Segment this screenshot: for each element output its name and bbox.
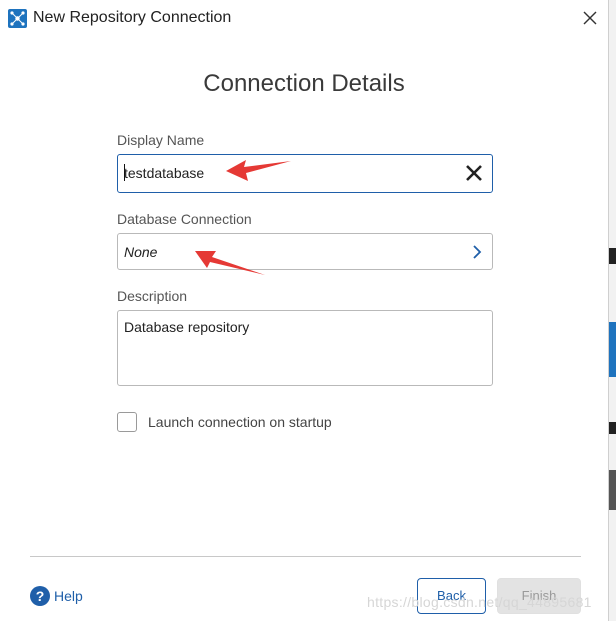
display-name-label: Display Name bbox=[117, 132, 205, 148]
close-icon[interactable] bbox=[578, 6, 602, 30]
background-window-fragment bbox=[609, 422, 616, 434]
database-connection-select[interactable]: None bbox=[117, 233, 493, 270]
title-bar: New Repository Connection bbox=[0, 0, 608, 36]
repository-app-icon bbox=[8, 9, 27, 28]
svg-text:?: ? bbox=[36, 588, 45, 604]
database-connection-label: Database Connection bbox=[117, 211, 252, 227]
clear-x-icon[interactable] bbox=[464, 163, 484, 183]
window-title: New Repository Connection bbox=[33, 9, 232, 26]
watermark-text: https://blog.csdn.net/qq_44895681 bbox=[367, 594, 592, 610]
launch-on-startup-checkbox[interactable] bbox=[117, 412, 137, 432]
description-value: Database repository bbox=[124, 319, 250, 335]
background-window-edge bbox=[608, 0, 616, 621]
help-icon[interactable]: ? bbox=[30, 586, 50, 606]
background-window-fragment bbox=[609, 248, 616, 264]
description-textarea[interactable]: Database repository bbox=[117, 310, 493, 386]
description-label: Description bbox=[117, 288, 188, 304]
display-name-value: testdatabase bbox=[124, 165, 205, 181]
page-title: Connection Details bbox=[203, 70, 405, 97]
background-window-fragment bbox=[609, 322, 616, 377]
help-link[interactable]: Help bbox=[54, 588, 83, 604]
display-name-input[interactable]: testdatabase bbox=[117, 154, 493, 193]
chevron-right-icon[interactable] bbox=[470, 243, 484, 261]
launch-on-startup-label: Launch connection on startup bbox=[148, 414, 332, 430]
background-window-fragment bbox=[609, 470, 616, 510]
database-connection-value: None bbox=[124, 244, 158, 260]
footer-divider bbox=[30, 556, 581, 557]
